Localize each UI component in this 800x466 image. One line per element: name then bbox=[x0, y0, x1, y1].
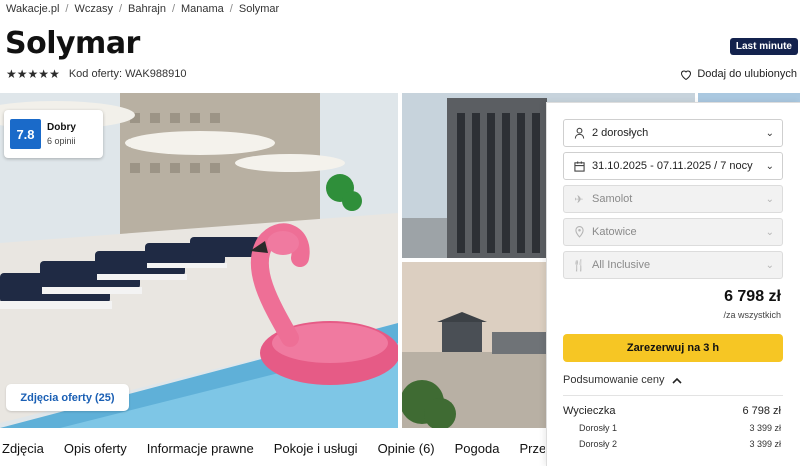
breadcrumb-separator: / bbox=[65, 3, 69, 15]
offer-photos-button[interactable]: Zdjęcia oferty (25) bbox=[6, 384, 129, 411]
breadcrumb-item-country[interactable]: Bahrajn bbox=[128, 3, 166, 15]
rating-reviews-count: 6 opinii bbox=[47, 136, 76, 146]
breadcrumb-separator: / bbox=[118, 3, 123, 15]
board-select: 🍴 All Inclusive ⌄ bbox=[563, 251, 783, 279]
travelers-value: 2 dorosłych bbox=[592, 127, 649, 139]
tab-reviews[interactable]: Opinie (6) bbox=[378, 441, 435, 456]
rating-score: 7.8 bbox=[10, 119, 41, 149]
star-icon: ★ bbox=[6, 67, 17, 81]
star-icon: ★ bbox=[27, 67, 39, 81]
last-minute-badge: Last minute bbox=[729, 38, 798, 55]
hotel-stars: ★ ★ ★ ★ ★ bbox=[6, 67, 60, 81]
departure-value: Katowice bbox=[592, 226, 637, 238]
offer-code: Kod oferty: WAK988910 bbox=[68, 68, 187, 80]
summary-item-row: Dorosły 2 3 399 zł bbox=[563, 439, 783, 449]
departure-select: Katowice ⌄ bbox=[563, 218, 783, 246]
hotel-meta: ★ ★ ★ ★ ★ Kod oferty: WAK988910 bbox=[6, 67, 186, 81]
tab-weather[interactable]: Pogoda bbox=[455, 441, 500, 456]
add-to-favorites-button[interactable]: Dodaj do ulubionych bbox=[680, 68, 797, 80]
transport-select: ✈ Samolot ⌄ bbox=[563, 185, 783, 213]
breadcrumb-item-holidays[interactable]: Wczasy bbox=[74, 3, 113, 15]
summary-trip-value: 6 798 zł bbox=[742, 405, 781, 417]
summary-trip-row: Wycieczka 6 798 zł bbox=[563, 405, 783, 417]
breadcrumb-separator: / bbox=[229, 3, 233, 15]
breadcrumb-separator: / bbox=[171, 3, 175, 15]
summary-item-value: 3 399 zł bbox=[749, 423, 781, 433]
breadcrumb-item-city[interactable]: Manama bbox=[181, 3, 224, 15]
tab-photos[interactable]: Zdjęcia bbox=[2, 441, 44, 456]
travelers-select[interactable]: 2 dorosłych ⌄ bbox=[563, 119, 783, 147]
chevron-down-icon: ⌄ bbox=[765, 226, 774, 238]
tab-before-trip[interactable]: Przed p bbox=[519, 441, 545, 456]
breadcrumb-item-home[interactable]: Wakacje.pl bbox=[6, 3, 59, 15]
booking-panel: 2 dorosłych ⌄ 31.10.2025 - 07.11.2025 / … bbox=[546, 102, 800, 466]
board-value: All Inclusive bbox=[592, 259, 651, 271]
dates-select[interactable]: 31.10.2025 - 07.11.2025 / 7 nocy ⌄ bbox=[563, 152, 783, 180]
summary-item-label: Dorosły 1 bbox=[579, 423, 618, 433]
tab-description[interactable]: Opis oferty bbox=[64, 441, 127, 456]
summary-item-row: Dorosły 1 3 399 zł bbox=[563, 423, 783, 433]
rating-card[interactable]: 7.8 Dobry 6 opinii bbox=[4, 110, 103, 158]
calendar-icon bbox=[572, 160, 586, 172]
chevron-down-icon: ⌄ bbox=[765, 127, 774, 139]
summary-trip-label: Wycieczka bbox=[563, 405, 616, 417]
summary-divider bbox=[563, 395, 783, 396]
breadcrumb-item-hotel: Solymar bbox=[238, 3, 280, 15]
breadcrumb: Wakacje.pl / Wczasy / Bahrajn / Manama /… bbox=[6, 3, 279, 15]
chevron-down-icon: ⌄ bbox=[765, 193, 774, 205]
summary-item-label: Dorosły 2 bbox=[579, 439, 618, 449]
heart-icon bbox=[681, 70, 692, 80]
total-price: 6 798 zł bbox=[724, 288, 781, 305]
price-summary-toggle[interactable]: Podsumowanie ceny bbox=[563, 374, 783, 386]
star-icon: ★ bbox=[16, 67, 28, 81]
rating-label: Dobry bbox=[47, 122, 76, 133]
cutlery-icon: 🍴 bbox=[572, 259, 586, 272]
dates-value: 31.10.2025 - 07.11.2025 / 7 nocy bbox=[592, 160, 753, 172]
person-icon bbox=[572, 127, 586, 139]
chevron-up-icon bbox=[671, 377, 682, 384]
tab-rooms-services[interactable]: Pokoje i usługi bbox=[274, 441, 358, 456]
rating-text: Dobry 6 opinii bbox=[47, 122, 76, 146]
transport-value: Samolot bbox=[592, 193, 633, 205]
chevron-down-icon: ⌄ bbox=[765, 160, 774, 172]
star-icon: ★ bbox=[38, 67, 49, 81]
chevron-down-icon: ⌄ bbox=[765, 259, 774, 271]
summary-item-value: 3 399 zł bbox=[749, 439, 781, 449]
price-note: /za wszystkich bbox=[723, 310, 781, 320]
star-icon: ★ bbox=[49, 67, 60, 81]
favorite-label: Dodaj do ulubionych bbox=[697, 68, 797, 80]
tab-legal-info[interactable]: Informacje prawne bbox=[147, 441, 254, 456]
page-title: Solymar bbox=[5, 26, 140, 61]
location-pin-icon bbox=[572, 226, 586, 238]
reserve-button[interactable]: Zarezerwuj na 3 h bbox=[563, 334, 783, 362]
price-summary-label: Podsumowanie ceny bbox=[563, 374, 665, 386]
plane-icon: ✈ bbox=[574, 193, 584, 206]
offer-tabs: Zdjęcia Opis oferty Informacje prawne Po… bbox=[0, 431, 545, 466]
